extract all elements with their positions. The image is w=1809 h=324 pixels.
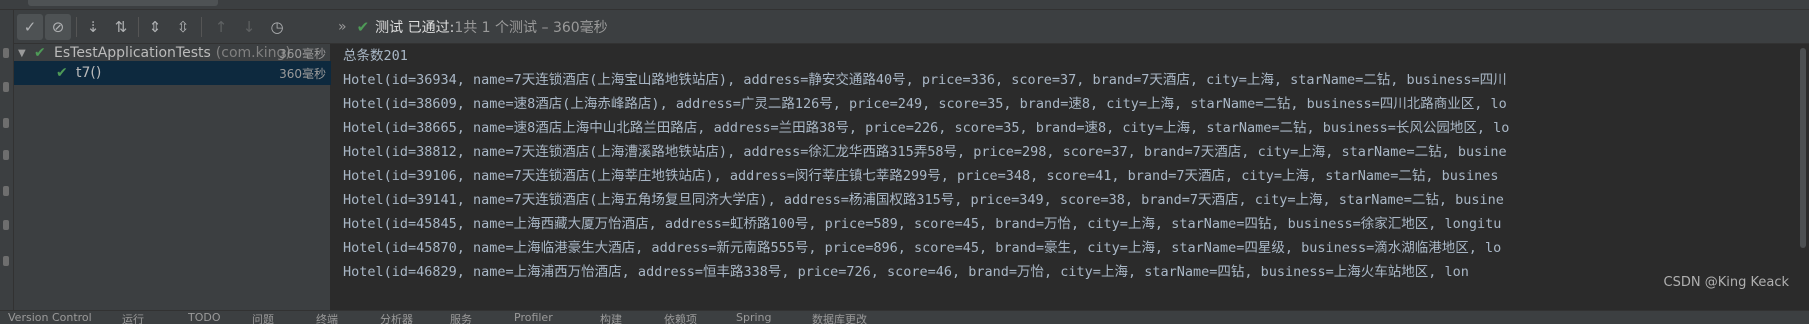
toolbar-separator [76, 17, 77, 37]
console-line: Hotel(id=38665, name=速8酒店上海中山北路兰田路店, add… [343, 120, 1510, 136]
tool-strip-marker[interactable] [3, 220, 9, 230]
chevron-down-icon[interactable]: ▼ [18, 48, 34, 59]
collapse-all-icon: ⇳ [176, 18, 190, 36]
bottom-tool-window-bar: Version Control 运行 TODO 问题 终端 分析器 服务 Pro… [0, 310, 1809, 324]
sort-duration-icon: ⇅ [114, 18, 128, 36]
tree-row-test[interactable]: ✔ t7() 360毫秒 [14, 61, 331, 85]
arrow-down-icon: ↓ [242, 18, 256, 36]
toolbar-separator [201, 17, 202, 37]
console-line: Hotel(id=39141, name=7天连锁酒店(上海五角场复旦同济大学店… [343, 192, 1504, 208]
suite-name: EsTestApplicationTests [54, 45, 211, 61]
test-history-button[interactable]: ◷ [264, 14, 290, 40]
scrollbar-thumb[interactable] [1800, 48, 1806, 248]
status-label: 测试 已通过: [375, 20, 455, 36]
bottom-tab[interactable]: 构建 [600, 311, 622, 324]
editor-tab[interactable] [28, 0, 218, 6]
sort-alphabetically-button[interactable]: ⇣ [80, 14, 106, 40]
console-output[interactable]: 总条数201 Hotel(id=36934, name=7天连锁酒店(上海宝山路… [332, 44, 1809, 310]
tool-strip-marker[interactable] [3, 256, 9, 266]
console-line: Hotel(id=45845, name=上海西藏大厦万怡酒店, address… [343, 216, 1502, 232]
suite-duration: 360毫秒 [279, 46, 326, 61]
bottom-tab[interactable]: 分析器 [380, 311, 413, 324]
test-results-tree: ▼ ✔ EsTestApplicationTests (com.king) 36… [14, 44, 331, 310]
watermark: CSDN @King Keack [1663, 275, 1789, 290]
history-icon: ◷ [270, 18, 284, 36]
collapse-all-button[interactable]: ⇳ [170, 14, 196, 40]
tool-strip-marker[interactable] [3, 82, 9, 92]
passed-check-icon: ✔ [56, 65, 68, 81]
console-line: Hotel(id=38609, name=速8酒店(上海赤峰路店), addre… [343, 96, 1507, 112]
bottom-tab[interactable]: 依赖项 [664, 311, 697, 324]
bottom-tab[interactable]: TODO [188, 311, 221, 324]
console-fade [332, 278, 1809, 310]
bottom-tab[interactable]: Spring [736, 311, 772, 324]
passed-check-icon: ✔ [356, 18, 370, 36]
bottom-tab[interactable]: 数据库更改 [812, 311, 867, 324]
vertical-scrollbar[interactable] [1797, 44, 1809, 310]
passed-check-icon: ✔ [34, 45, 46, 61]
bottom-tab[interactable]: Profiler [514, 311, 553, 324]
console-line: Hotel(id=38812, name=7天连锁酒店(上海漕溪路地铁站店), … [343, 144, 1507, 160]
expand-all-button[interactable]: ⇕ [142, 14, 168, 40]
expand-all-icon: ⇕ [148, 18, 162, 36]
console-line: Hotel(id=45870, name=上海临港豪生大酒店, address=… [343, 240, 1502, 256]
toolbar-separator [138, 17, 139, 37]
status-detail: 1共 1 个测试 – 360毫秒 [454, 20, 608, 36]
console-line: 总条数201 [343, 48, 408, 64]
tool-strip-marker[interactable] [3, 186, 9, 196]
previous-failed-button[interactable]: ↑ [208, 14, 234, 40]
tool-strip-marker[interactable] [3, 150, 9, 160]
check-icon: ✓ [23, 18, 37, 36]
bottom-tab[interactable]: 终端 [316, 311, 338, 324]
test-duration: 360毫秒 [279, 66, 326, 81]
show-ignored-button[interactable]: ⊘ [45, 14, 71, 40]
chevron-right-icon[interactable]: » [338, 19, 347, 35]
arrow-up-icon: ↑ [214, 18, 228, 36]
test-runner-toolbar: ✓ ⊘ ⇣ ⇅ ⇕ ⇳ ↑ ↓ ◷ [14, 10, 1809, 44]
bottom-tab[interactable]: 运行 [122, 311, 144, 324]
test-name: t7() [76, 65, 102, 81]
bottom-tab[interactable]: Version Control [8, 311, 92, 324]
test-status-bar: » ✔ 测试 已通过: 1共 1 个测试 – 360毫秒 [338, 10, 608, 44]
next-failed-button[interactable]: ↓ [236, 14, 262, 40]
stop-icon: ⊘ [51, 18, 65, 36]
show-passed-button[interactable]: ✓ [17, 14, 43, 40]
console-line: Hotel(id=36934, name=7天连锁酒店(上海宝山路地铁站店), … [343, 72, 1507, 88]
console-line: Hotel(id=46829, name=上海浦西万怡酒店, address=恒… [343, 264, 1469, 280]
bottom-tab[interactable]: 问题 [252, 311, 274, 324]
editor-tab-strip [0, 0, 1809, 10]
console-line: Hotel(id=39106, name=7天连锁酒店(上海莘庄地铁站店), a… [343, 168, 1499, 184]
bottom-tab[interactable]: 服务 [450, 311, 472, 324]
tool-strip-marker[interactable] [3, 118, 9, 128]
left-tool-strip [0, 10, 14, 310]
sort-alpha-icon: ⇣ [86, 18, 100, 36]
sort-by-duration-button[interactable]: ⇅ [108, 14, 134, 40]
tool-strip-marker[interactable] [3, 48, 9, 58]
